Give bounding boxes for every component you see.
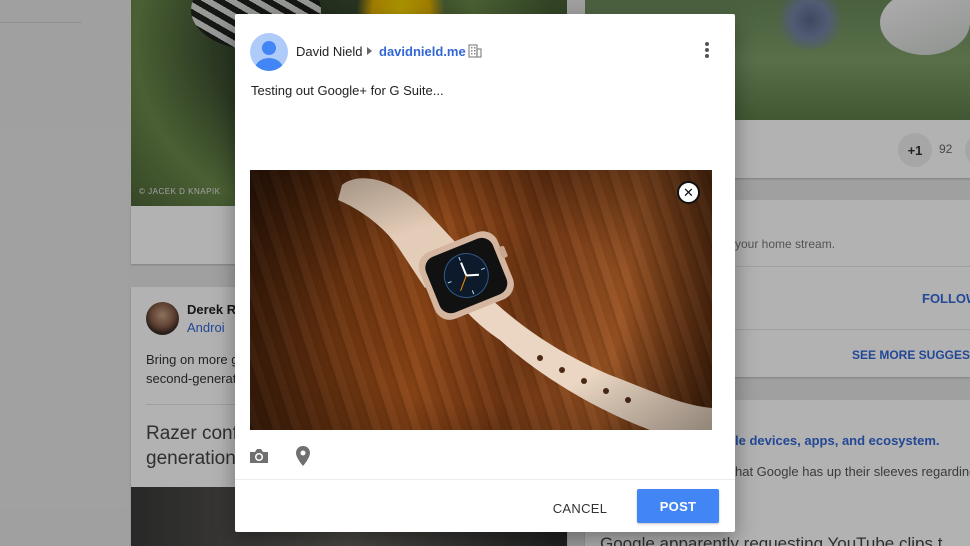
- footer-divider: [235, 479, 735, 480]
- author-name: David Nield: [296, 44, 363, 59]
- post-button[interactable]: POST: [637, 489, 719, 523]
- share-post-dialog: David Nield davidnield.me Testing out Go…: [235, 14, 735, 532]
- location-pin-icon[interactable]: [296, 446, 310, 466]
- image-vignette: [250, 170, 712, 430]
- close-icon[interactable]: ✕: [677, 181, 700, 204]
- avatar-placeholder-icon: [250, 33, 288, 71]
- more-vert-icon[interactable]: [701, 41, 713, 59]
- camera-icon[interactable]: [248, 447, 270, 465]
- post-text[interactable]: Testing out Google+ for G Suite...: [251, 83, 444, 98]
- cancel-button[interactable]: CANCEL: [542, 493, 618, 523]
- share-to-arrow-icon: [367, 47, 372, 55]
- building-icon: [468, 44, 482, 58]
- audience-selector[interactable]: davidnield.me: [379, 44, 466, 59]
- attached-photo: ✕: [250, 170, 712, 430]
